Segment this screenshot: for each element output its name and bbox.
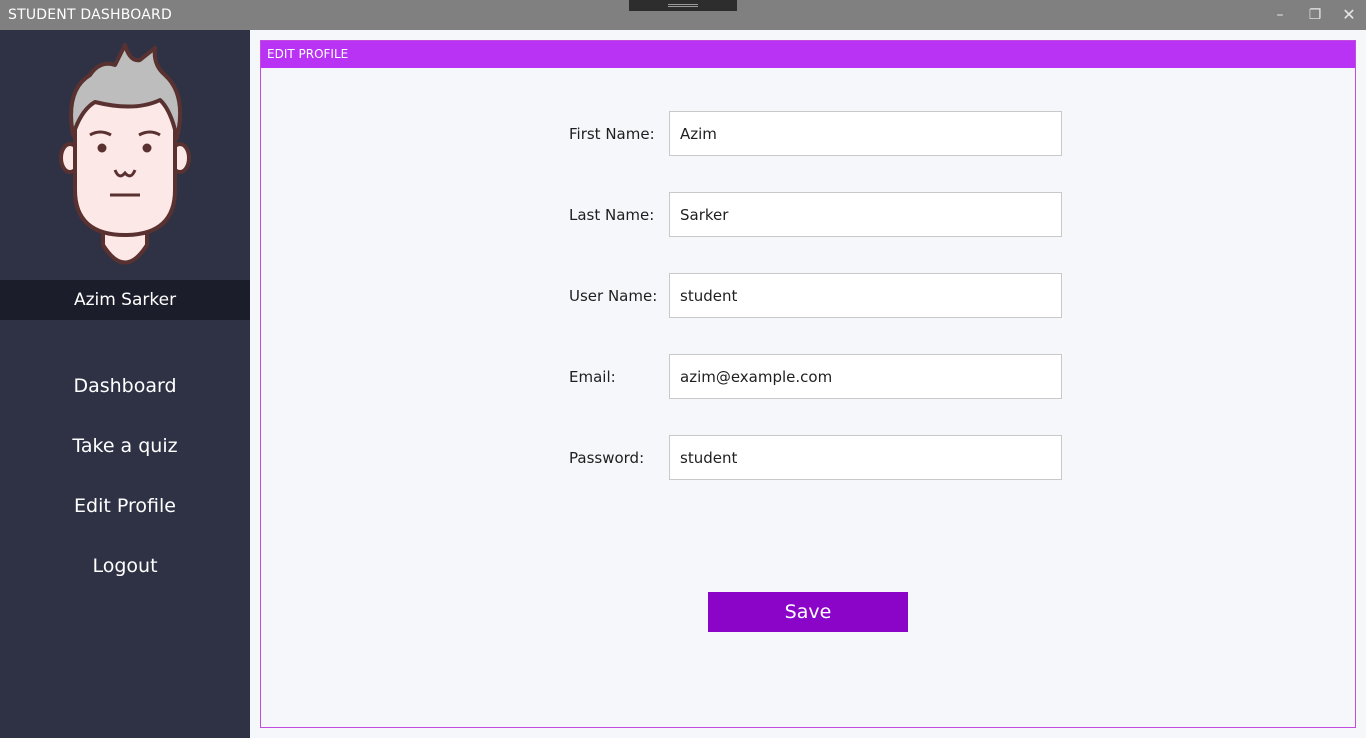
user-name-label: User Name:	[569, 287, 658, 305]
password-label: Password:	[569, 449, 645, 467]
avatar-icon	[59, 43, 191, 265]
maximize-icon[interactable]: ❐	[1305, 5, 1325, 25]
title-bar: STUDENT DASHBOARD – ❐ ✕	[0, 0, 1366, 30]
sidebar-item-dashboard[interactable]: Dashboard	[0, 366, 250, 406]
last-name-input[interactable]	[669, 192, 1062, 237]
edit-profile-panel: EDIT PROFILE First Name: Last Name: User…	[260, 40, 1356, 728]
sidebar-item-logout[interactable]: Logout	[0, 546, 250, 586]
email-input[interactable]	[669, 354, 1062, 399]
sidebar-item-take-quiz[interactable]: Take a quiz	[0, 426, 250, 466]
password-input[interactable]	[669, 435, 1062, 480]
drag-handle[interactable]	[629, 0, 737, 11]
first-name-input[interactable]	[669, 111, 1062, 156]
save-button[interactable]: Save	[708, 592, 908, 632]
sidebar-item-edit-profile[interactable]: Edit Profile	[0, 486, 250, 526]
close-icon[interactable]: ✕	[1339, 5, 1359, 25]
email-label: Email:	[569, 368, 616, 386]
panel-title: EDIT PROFILE	[261, 41, 1355, 68]
user-name: Azim Sarker	[0, 280, 250, 320]
minimize-icon[interactable]: –	[1270, 5, 1290, 25]
sidebar: Azim Sarker Dashboard Take a quiz Edit P…	[0, 30, 250, 738]
first-name-label: First Name:	[569, 125, 655, 143]
window-title: STUDENT DASHBOARD	[8, 7, 172, 23]
user-name-input[interactable]	[669, 273, 1062, 318]
last-name-label: Last Name:	[569, 206, 655, 224]
